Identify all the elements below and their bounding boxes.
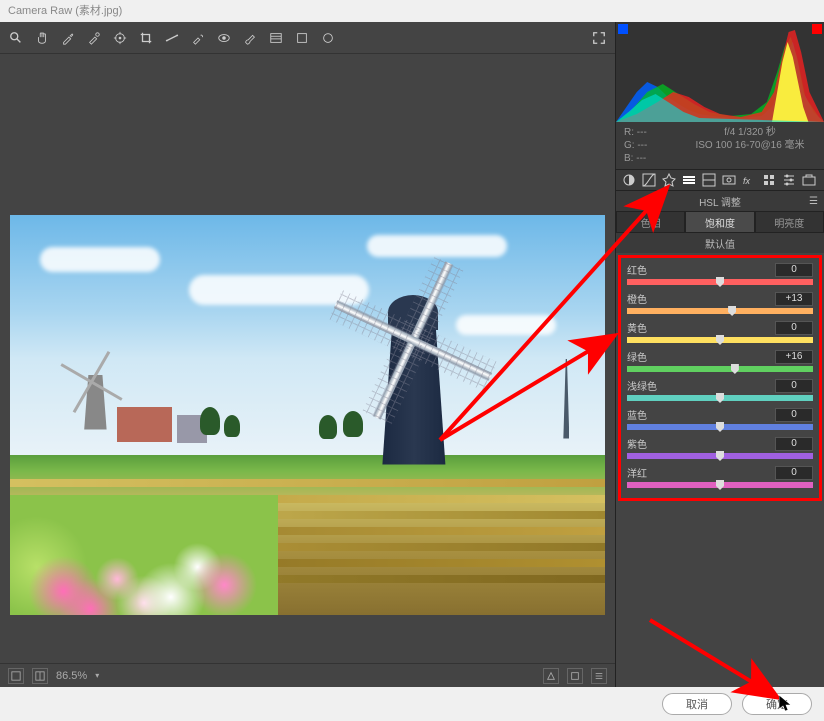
- compare-before-icon[interactable]: [8, 668, 24, 684]
- histogram[interactable]: [616, 22, 824, 122]
- straighten-tool[interactable]: [164, 30, 180, 46]
- zoom-dropdown-icon[interactable]: ▾: [95, 671, 99, 680]
- slider-green: 绿色 +16: [627, 349, 813, 372]
- hsl-subtabs: 色相 饱和度 明亮度: [616, 211, 824, 233]
- shadow-clip-icon[interactable]: [543, 668, 559, 684]
- slider-value-aqua[interactable]: 0: [775, 379, 813, 393]
- default-value-label[interactable]: 默认值: [616, 233, 824, 253]
- cursor-icon: [779, 695, 793, 718]
- slider-value-purple[interactable]: 0: [775, 437, 813, 451]
- hand-tool[interactable]: [34, 30, 50, 46]
- slider-thumb-green[interactable]: [731, 364, 739, 374]
- slider-thumb-blue[interactable]: [716, 422, 724, 432]
- statusbar-menu-icon[interactable]: [591, 668, 607, 684]
- slider-thumb-red[interactable]: [716, 277, 724, 287]
- slider-track-purple[interactable]: [627, 453, 813, 459]
- graduated-filter-tool[interactable]: [268, 30, 284, 46]
- lens-panel-icon[interactable]: [722, 173, 736, 187]
- zoom-level[interactable]: 86.5%: [56, 670, 87, 682]
- slider-label-red: 红色: [627, 262, 647, 277]
- slider-orange: 橙色 +13: [627, 291, 813, 314]
- panel-tabs: fx: [616, 169, 824, 191]
- rotate-tool[interactable]: [320, 30, 336, 46]
- crop-tool[interactable]: [138, 30, 154, 46]
- toolbar: [0, 22, 615, 54]
- slider-value-green[interactable]: +16: [775, 350, 813, 364]
- color-sampler-tool[interactable]: [86, 30, 102, 46]
- slider-value-yellow[interactable]: 0: [775, 321, 813, 335]
- slider-label-orange: 橙色: [627, 291, 647, 306]
- slider-value-blue[interactable]: 0: [775, 408, 813, 422]
- redeye-tool[interactable]: [216, 30, 232, 46]
- split-tone-panel-icon[interactable]: [702, 173, 716, 187]
- slider-label-yellow: 黄色: [627, 320, 647, 335]
- info-readout: R: --- G: --- B: --- f/4 1/320 秒 ISO 100…: [616, 122, 824, 169]
- slider-yellow: 黄色 0: [627, 320, 813, 343]
- slider-track-red[interactable]: [627, 279, 813, 285]
- fullscreen-toggle[interactable]: [591, 30, 607, 46]
- curve-panel-icon[interactable]: [642, 173, 656, 187]
- eyedropper-tool[interactable]: [60, 30, 76, 46]
- slider-thumb-magenta[interactable]: [716, 480, 724, 490]
- highlight-clip-warning[interactable]: [812, 24, 822, 34]
- slider-label-blue: 蓝色: [627, 407, 647, 422]
- snapshots-panel-icon[interactable]: [802, 173, 816, 187]
- slider-track-yellow[interactable]: [627, 337, 813, 343]
- tab-hue[interactable]: 色相: [616, 211, 685, 233]
- sliders-group: 红色 0 橙色 +13 黄色 0 绿色 +16 浅绿色 0 蓝色 0 紫色 0 洋红 0: [618, 255, 822, 501]
- slider-red: 红色 0: [627, 262, 813, 285]
- slider-thumb-orange[interactable]: [728, 306, 736, 316]
- window-title: Camera Raw (素材.jpg): [0, 0, 824, 22]
- slider-track-aqua[interactable]: [627, 395, 813, 401]
- slider-value-red[interactable]: 0: [775, 263, 813, 277]
- ok-button[interactable]: 确定: [742, 693, 812, 715]
- slider-label-magenta: 洋红: [627, 465, 647, 480]
- slider-track-blue[interactable]: [627, 424, 813, 430]
- compare-split-icon[interactable]: [32, 668, 48, 684]
- svg-text:fx: fx: [743, 176, 751, 186]
- adjustment-brush-tool[interactable]: [242, 30, 258, 46]
- fx-panel-icon[interactable]: fx: [742, 173, 756, 187]
- hsl-panel-icon[interactable]: [682, 173, 696, 187]
- slider-magenta: 洋红 0: [627, 465, 813, 488]
- slider-value-magenta[interactable]: 0: [775, 466, 813, 480]
- spot-removal-tool[interactable]: [190, 30, 206, 46]
- slider-track-magenta[interactable]: [627, 482, 813, 488]
- slider-value-orange[interactable]: +13: [775, 292, 813, 306]
- basic-panel-icon[interactable]: [622, 173, 636, 187]
- panel-menu-icon[interactable]: ☰: [809, 196, 818, 207]
- slider-thumb-purple[interactable]: [716, 451, 724, 461]
- status-bar: 86.5% ▾: [0, 663, 615, 687]
- zoom-tool[interactable]: [8, 30, 24, 46]
- detail-panel-icon[interactable]: [662, 173, 676, 187]
- slider-thumb-yellow[interactable]: [716, 335, 724, 345]
- slider-aqua: 浅绿色 0: [627, 378, 813, 401]
- highlight-clip-icon[interactable]: [567, 668, 583, 684]
- shadow-clip-warning[interactable]: [618, 24, 628, 34]
- presets-panel-icon[interactable]: [782, 173, 796, 187]
- slider-label-green: 绿色: [627, 349, 647, 364]
- targeted-adjustment-tool[interactable]: [112, 30, 128, 46]
- slider-thumb-aqua[interactable]: [716, 393, 724, 403]
- radial-filter-tool[interactable]: [294, 30, 310, 46]
- slider-track-green[interactable]: [627, 366, 813, 372]
- slider-label-purple: 紫色: [627, 436, 647, 451]
- tab-luminance[interactable]: 明亮度: [755, 211, 824, 233]
- slider-blue: 蓝色 0: [627, 407, 813, 430]
- panel-title-bar: HSL 调整 ☰: [616, 191, 824, 211]
- panel-title: HSL 调整: [699, 194, 741, 209]
- calibration-panel-icon[interactable]: [762, 173, 776, 187]
- image-preview[interactable]: [0, 54, 615, 663]
- dialog-footer: 取消 确定: [0, 687, 824, 721]
- slider-purple: 紫色 0: [627, 436, 813, 459]
- slider-label-aqua: 浅绿色: [627, 378, 657, 393]
- cancel-button[interactable]: 取消: [662, 693, 732, 715]
- tab-saturation[interactable]: 饱和度: [685, 211, 754, 233]
- slider-track-orange[interactable]: [627, 308, 813, 314]
